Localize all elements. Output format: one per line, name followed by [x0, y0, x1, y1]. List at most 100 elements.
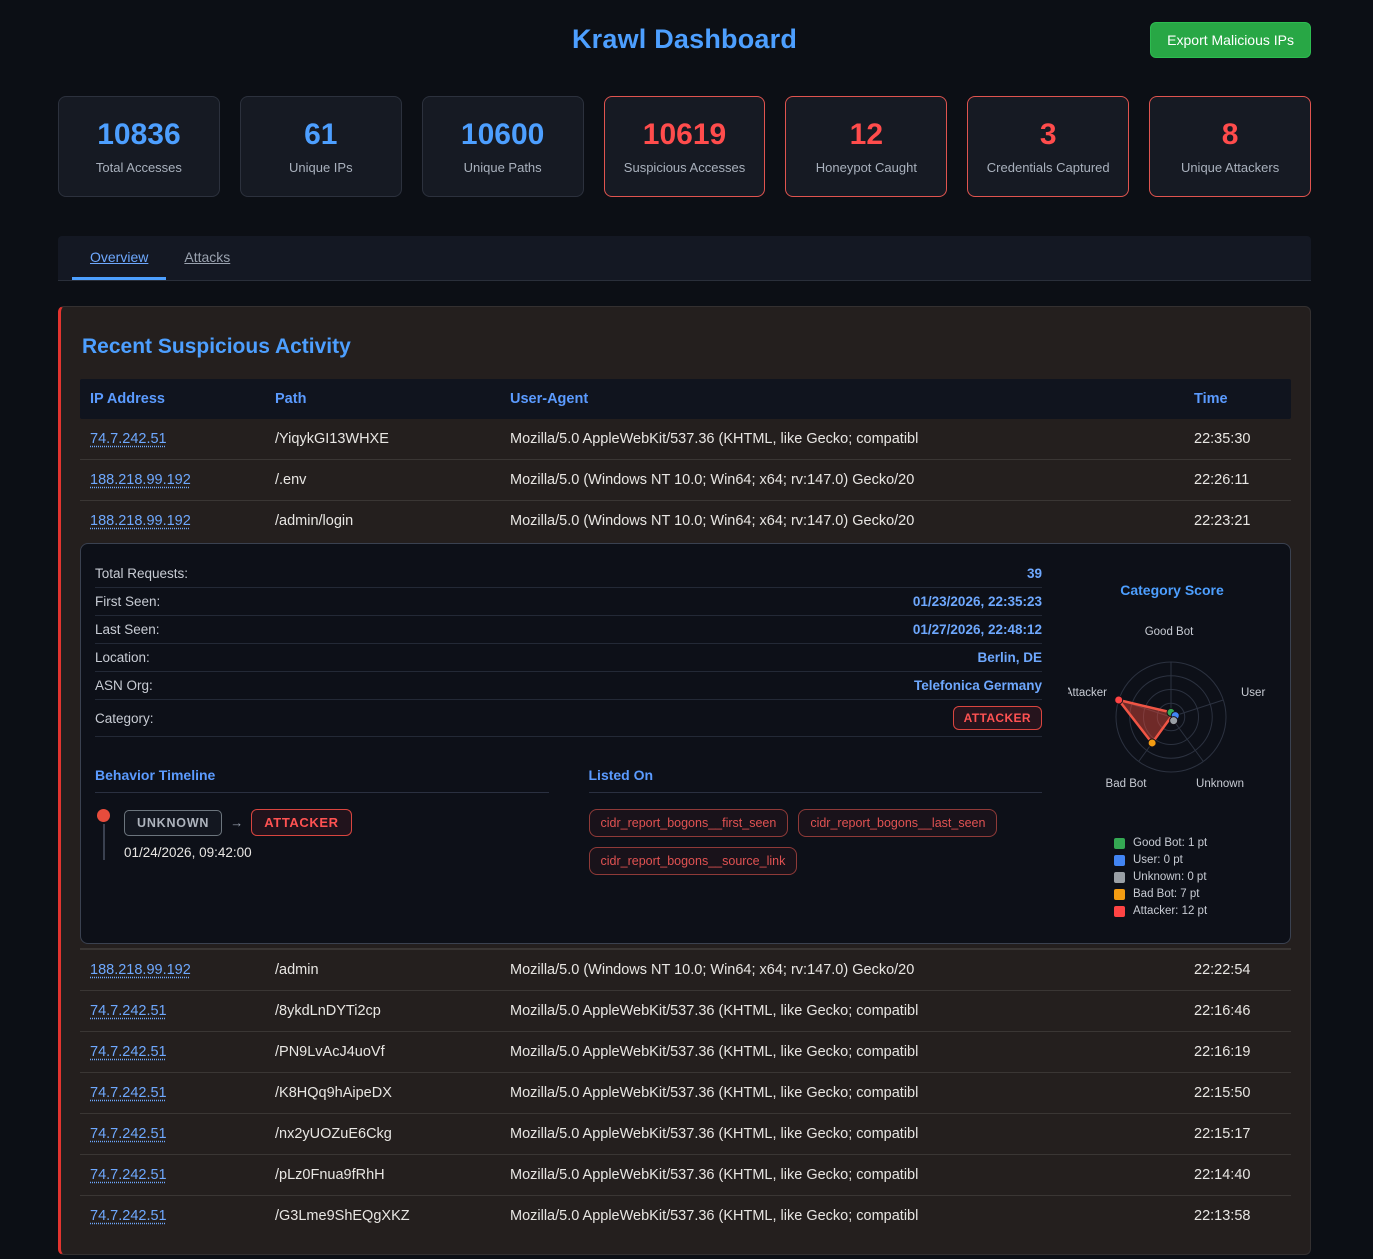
legend-label: Attacker: 12 pt	[1133, 905, 1207, 917]
table-row: 74.7.242.51/pLz0Fnua9fRhHMozilla/5.0 App…	[80, 1154, 1291, 1195]
ip-cell: 74.7.242.51	[80, 1114, 265, 1154]
stat-label: Suspicious Accesses	[624, 160, 745, 175]
ip-link[interactable]: 188.218.99.192	[90, 962, 191, 978]
ip-cell: 74.7.242.51	[80, 991, 265, 1031]
stat-value: 8	[1222, 118, 1239, 152]
user-agent-cell: Mozilla/5.0 AppleWebKit/537.36 (KHTML, l…	[500, 1073, 1184, 1113]
category-score-column: Category Score Good Bot User Unknown Bad Bo…	[1068, 560, 1276, 917]
legend-item: Attacker: 12 pt	[1114, 905, 1276, 917]
ip-cell: 74.7.242.51	[80, 1196, 265, 1236]
time-cell: 22:15:50	[1184, 1073, 1291, 1113]
ip-link[interactable]: 74.7.242.51	[90, 1126, 167, 1142]
listed-on-badges: cidr_report_bogons__first_seencidr_repor…	[589, 809, 1043, 875]
column-header-user-agent: User-Agent	[500, 379, 1184, 419]
ip-link[interactable]: 74.7.242.51	[90, 1208, 167, 1224]
ip-link[interactable]: 188.218.99.192	[90, 513, 191, 529]
tab-bar: OverviewAttacks	[58, 236, 1311, 281]
ip-link[interactable]: 74.7.242.51	[90, 1167, 167, 1183]
legend-swatch-icon	[1114, 872, 1125, 883]
radar-axis-label: Good Bot	[1145, 626, 1194, 638]
field-label: Last Seen:	[95, 622, 160, 637]
path-cell: /G3Lme9ShEQgXKZ	[265, 1196, 500, 1236]
table-row: 188.218.99.192/admin/loginMozilla/5.0 (W…	[80, 500, 1291, 541]
ip-cell: 74.7.242.51	[80, 419, 265, 459]
stat-card-unique-attackers: 8Unique Attackers	[1149, 96, 1311, 197]
listed-on-title: Listed On	[589, 767, 1043, 793]
user-agent-cell: Mozilla/5.0 AppleWebKit/537.36 (KHTML, l…	[500, 991, 1184, 1031]
chart-title: Category Score	[1068, 582, 1276, 598]
path-cell: /pLz0Fnua9fRhH	[265, 1155, 500, 1195]
category-label: Category:	[95, 711, 154, 726]
timeline-to-badge: ATTACKER	[251, 809, 351, 836]
timeline-marker	[97, 809, 110, 860]
detail-field-row: Last Seen: 01/27/2026, 22:48:12	[95, 616, 1042, 644]
time-cell: 22:15:17	[1184, 1114, 1291, 1154]
tab-attacks[interactable]: Attacks	[166, 236, 248, 280]
legend-item: Unknown: 0 pt	[1114, 871, 1276, 883]
ip-cell: 74.7.242.51	[80, 1073, 265, 1113]
stat-card-unique-paths: 10600Unique Paths	[422, 96, 584, 197]
field-label: Total Requests:	[95, 566, 188, 581]
dashboard: Krawl Dashboard Export Malicious IPs 108…	[0, 0, 1373, 1255]
detail-field-row: ASN Org: Telefonica Germany	[95, 672, 1042, 700]
ip-link[interactable]: 74.7.242.51	[90, 1003, 167, 1019]
field-value: Telefonica Germany	[914, 678, 1042, 693]
listed-on-section: Listed On cidr_report_bogons__first_seen…	[589, 767, 1043, 875]
arrow-right-icon: →	[230, 815, 243, 830]
time-cell: 22:16:19	[1184, 1032, 1291, 1072]
tab-overview[interactable]: Overview	[72, 236, 166, 280]
ip-link[interactable]: 74.7.242.51	[90, 1085, 167, 1101]
user-agent-cell: Mozilla/5.0 (Windows NT 10.0; Win64; x64…	[500, 950, 1184, 990]
export-malicious-ips-button[interactable]: Export Malicious IPs	[1150, 22, 1311, 58]
ip-link[interactable]: 74.7.242.51	[90, 431, 167, 447]
field-value: 39	[1027, 566, 1042, 581]
legend-swatch-icon	[1114, 906, 1125, 917]
radar-axis-label: Attacker	[1068, 687, 1107, 699]
legend-label: Good Bot: 1 pt	[1133, 837, 1207, 849]
legend-label: Unknown: 0 pt	[1133, 871, 1207, 883]
legend-swatch-icon	[1114, 889, 1125, 900]
radar-axis-label: User	[1241, 687, 1265, 699]
timeline-from-badge: UNKNOWN	[124, 810, 222, 836]
field-label: Location:	[95, 650, 150, 665]
table-header-row: IP AddressPathUser-AgentTime	[80, 379, 1291, 419]
path-cell: /nx2yUOZuE6Ckg	[265, 1114, 500, 1154]
table-row: 74.7.242.51/YiqykGI13WHXEMozilla/5.0 App…	[80, 419, 1291, 459]
user-agent-cell: Mozilla/5.0 (Windows NT 10.0; Win64; x64…	[500, 460, 1184, 500]
path-cell: /K8HQq9hAipeDX	[265, 1073, 500, 1113]
listed-on-badge: cidr_report_bogons__source_link	[589, 847, 798, 875]
legend-label: Bad Bot: 7 pt	[1133, 888, 1200, 900]
table-row: 74.7.242.51/8ykdLnDYTi2cpMozilla/5.0 App…	[80, 990, 1291, 1031]
column-header-path: Path	[265, 379, 500, 419]
recent-suspicious-activity-panel: Recent Suspicious Activity IP AddressPat…	[58, 306, 1311, 1255]
user-agent-cell: Mozilla/5.0 AppleWebKit/537.36 (KHTML, l…	[500, 1155, 1184, 1195]
radar-axis-label: Unknown	[1196, 778, 1244, 790]
ip-detail-card: Total Requests:39First Seen:01/23/2026, …	[80, 543, 1291, 944]
ip-cell: 188.218.99.192	[80, 950, 265, 990]
ip-link[interactable]: 74.7.242.51	[90, 1044, 167, 1060]
table-row: 74.7.242.51/G3Lme9ShEQgXKZMozilla/5.0 Ap…	[80, 1195, 1291, 1236]
ip-cell: 74.7.242.51	[80, 1032, 265, 1072]
stat-value: 61	[304, 118, 337, 152]
detail-left-column: Total Requests:39First Seen:01/23/2026, …	[95, 560, 1068, 917]
path-cell: /PN9LvAcJ4uoVf	[265, 1032, 500, 1072]
user-agent-cell: Mozilla/5.0 AppleWebKit/537.36 (KHTML, l…	[500, 1032, 1184, 1072]
field-value: 01/27/2026, 22:48:12	[913, 622, 1042, 637]
stat-value: 10836	[97, 118, 180, 152]
table-row: 188.218.99.192/.envMozilla/5.0 (Windows …	[80, 459, 1291, 500]
table-row: 74.7.242.51/K8HQq9hAipeDXMozilla/5.0 App…	[80, 1072, 1291, 1113]
time-cell: 22:16:46	[1184, 991, 1291, 1031]
field-value: Berlin, DE	[977, 650, 1042, 665]
field-label: ASN Org:	[95, 678, 153, 693]
stat-card-unique-ips: 61Unique IPs	[240, 96, 402, 197]
time-cell: 22:22:54	[1184, 950, 1291, 990]
legend-swatch-icon	[1114, 838, 1125, 849]
category-score-radar-chart: Good Bot User Unknown Bad Bot Attacker	[1068, 604, 1276, 806]
legend-item: Good Bot: 1 pt	[1114, 837, 1276, 849]
radar-axis-label: Bad Bot	[1106, 778, 1148, 790]
timeline-line	[103, 824, 105, 860]
ip-cell: 188.218.99.192	[80, 501, 265, 541]
stat-value: 10619	[643, 118, 726, 152]
ip-link[interactable]: 188.218.99.192	[90, 472, 191, 488]
time-cell: 22:23:21	[1184, 501, 1291, 541]
